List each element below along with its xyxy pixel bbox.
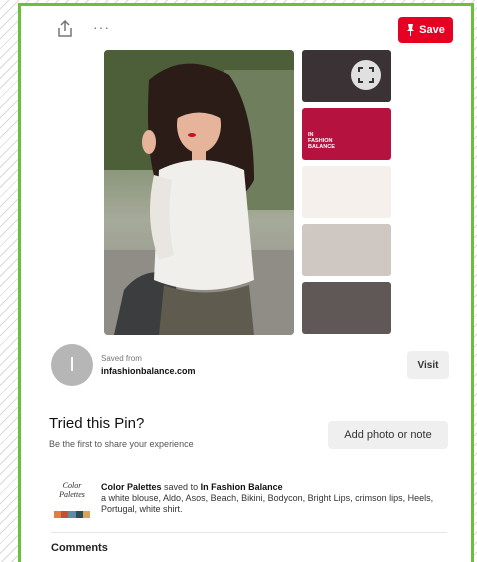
pin-description: a white blouse, Aldo, Asos, Beach, Bikin…	[101, 493, 434, 514]
pin-photo[interactable]	[104, 50, 294, 335]
board-thumbnail-stripes	[54, 511, 91, 518]
saved-from-label: Saved from	[101, 354, 142, 363]
visit-button[interactable]: Visit	[407, 351, 449, 379]
palette-brand-label: IN FASHION BALANCE	[308, 132, 335, 150]
palette-swatch	[302, 282, 391, 334]
expand-icon	[358, 67, 374, 83]
board-name-link[interactable]: Color Palettes	[101, 482, 162, 492]
source-avatar[interactable]: I	[51, 344, 93, 386]
share-icon[interactable]	[57, 20, 73, 38]
palette-swatch: IN FASHION BALANCE	[302, 108, 391, 160]
source-domain-link[interactable]: infashionbalance.com	[101, 366, 196, 376]
save-button[interactable]: Save	[398, 17, 453, 43]
add-photo-or-note-button[interactable]: Add photo or note	[328, 421, 448, 449]
more-options-icon[interactable]: ···	[93, 19, 110, 35]
pin-icon	[407, 24, 415, 36]
pin-activity: Color Palettes saved to In Fashion Balan…	[101, 482, 446, 515]
expand-button[interactable]	[351, 60, 381, 90]
comments-heading: Comments	[51, 542, 108, 554]
palette-swatch	[302, 166, 391, 218]
save-button-label: Save	[419, 24, 445, 36]
saved-to-text: saved to	[164, 482, 199, 492]
palette-swatch	[302, 50, 391, 102]
target-board-link[interactable]: In Fashion Balance	[201, 482, 283, 492]
palette-swatch	[302, 224, 391, 276]
pin-toolbar: ··· Save	[21, 6, 471, 50]
board-thumbnail[interactable]: Color Palettes	[51, 479, 93, 521]
pin-photo-illustration	[104, 50, 294, 335]
tried-pin-heading: Tried this Pin?	[49, 415, 145, 432]
pin-card: ··· Save IN FASHION BALANCE I Saved from…	[18, 3, 474, 562]
divider	[51, 532, 447, 533]
board-thumbnail-text: Color Palettes	[59, 481, 85, 499]
tried-pin-subtitle: Be the first to share your experience	[49, 439, 194, 449]
